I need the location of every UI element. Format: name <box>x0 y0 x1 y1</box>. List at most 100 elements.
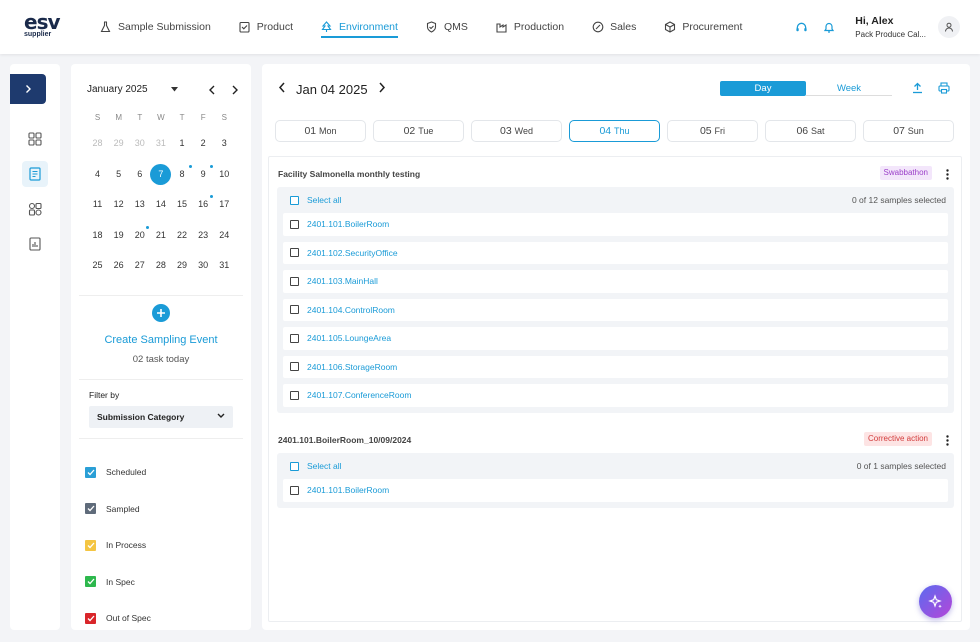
day-tab-thu[interactable]: 04 Thu <box>569 120 660 142</box>
legend-scheduled[interactable]: Scheduled <box>85 454 151 491</box>
legend-checkbox[interactable] <box>85 612 96 624</box>
sample-link[interactable]: 2401.101.BoilerRoom <box>307 485 389 495</box>
calendar-day[interactable]: 29 <box>172 254 193 276</box>
document-list-icon[interactable] <box>22 161 48 187</box>
day-view-button[interactable]: Day <box>720 81 806 96</box>
calendar-day[interactable]: 22 <box>172 224 193 246</box>
user-info[interactable]: Hi, Alex Pack Produce Cal... <box>855 15 926 39</box>
day-tab-sun[interactable]: 07 Sun <box>863 120 954 142</box>
calendar-day[interactable]: 27 <box>129 254 150 276</box>
calendar-day[interactable]: 13 <box>129 193 150 215</box>
day-tab-wed[interactable]: 03 Wed <box>471 120 562 142</box>
calendar-day[interactable]: 8 <box>172 163 193 185</box>
sample-link[interactable]: 2401.101.BoilerRoom <box>307 219 389 229</box>
select-all-row[interactable]: Select all 0 of 12 samples selected <box>277 187 954 213</box>
nav-procurement[interactable]: Procurement <box>664 0 742 54</box>
calendar-day[interactable]: 18 <box>87 224 108 246</box>
day-tab-tue[interactable]: 02 Tue <box>373 120 464 142</box>
calendar-day[interactable]: 30 <box>129 132 150 154</box>
add-event-button[interactable] <box>152 304 170 322</box>
submission-category-select[interactable]: Submission Category <box>89 406 233 428</box>
dashboard-grid-icon[interactable] <box>22 126 48 152</box>
legend-in-process[interactable]: In Process <box>85 527 151 564</box>
legend-checkbox[interactable] <box>85 576 96 588</box>
sample-row[interactable]: 2401.102.SecurityOffice <box>283 241 948 264</box>
sample-link[interactable]: 2401.102.SecurityOffice <box>307 248 398 258</box>
calendar-day[interactable]: 30 <box>193 254 214 276</box>
calendar-day[interactable]: 12 <box>108 193 129 215</box>
calendar-day[interactable]: 28 <box>150 254 171 276</box>
select-all-label[interactable]: Select all <box>307 195 342 205</box>
calendar-day[interactable]: 19 <box>108 224 129 246</box>
create-sampling-event-link[interactable]: Create Sampling Event <box>71 334 251 346</box>
calendar-day[interactable]: 26 <box>108 254 129 276</box>
calendar-day[interactable]: 10 <box>214 163 235 185</box>
calendar-day[interactable]: 5 <box>108 163 129 185</box>
nav-product[interactable]: Product <box>239 0 293 54</box>
select-all-label[interactable]: Select all <box>307 461 342 471</box>
sample-link[interactable]: 2401.103.MainHall <box>307 276 378 286</box>
calendar-day[interactable]: 11 <box>87 193 108 215</box>
sample-row[interactable]: 2401.103.MainHall <box>283 270 948 293</box>
calendar-day[interactable]: 16 <box>193 193 214 215</box>
calendar-day[interactable]: 24 <box>214 224 235 246</box>
calendar-day[interactable]: 28 <box>87 132 108 154</box>
sample-checkbox[interactable] <box>290 333 299 343</box>
sample-checkbox[interactable] <box>290 362 299 372</box>
calendar-day[interactable]: 20 <box>129 224 150 246</box>
nav-sales[interactable]: Sales <box>592 0 636 54</box>
calendar-day[interactable]: 23 <box>193 224 214 246</box>
nav-production[interactable]: Production <box>496 0 564 54</box>
sample-link[interactable]: 2401.106.StorageRoom <box>307 362 397 372</box>
day-tab-fri[interactable]: 05 Fri <box>667 120 758 142</box>
month-label[interactable]: January 2025 <box>87 84 148 95</box>
nav-qms[interactable]: QMS <box>426 0 468 54</box>
export-upload-icon[interactable] <box>910 81 924 95</box>
calendar-day[interactable]: 3 <box>214 132 235 154</box>
sample-row[interactable]: 2401.106.StorageRoom <box>283 355 948 378</box>
calendar-day[interactable]: 2 <box>193 132 214 154</box>
calendar-day[interactable]: 29 <box>108 132 129 154</box>
day-tab-mon[interactable]: 01 Mon <box>275 120 366 142</box>
bell-icon[interactable] <box>821 19 837 35</box>
calendar-day[interactable]: 17 <box>214 193 235 215</box>
legend-checkbox[interactable] <box>85 466 96 478</box>
legend-sampled[interactable]: Sampled <box>85 491 151 528</box>
caret-down-icon[interactable] <box>171 87 178 92</box>
legend-out-of-spec[interactable]: Out of Spec <box>85 600 151 637</box>
sample-checkbox[interactable] <box>290 248 299 258</box>
print-icon[interactable] <box>937 81 951 95</box>
more-vertical-icon[interactable] <box>942 167 952 181</box>
calendar-day[interactable]: 4 <box>87 163 108 185</box>
legend-in-spec[interactable]: In Spec <box>85 564 151 601</box>
apps-shapes-icon[interactable] <box>22 196 48 222</box>
sample-checkbox[interactable] <box>290 276 299 286</box>
sample-row[interactable]: 2401.101.BoilerRoom <box>283 213 948 236</box>
next-month-button[interactable] <box>228 82 242 98</box>
sample-row[interactable]: 2401.104.ControlRoom <box>283 298 948 321</box>
calendar-day[interactable]: 21 <box>150 224 171 246</box>
sample-link[interactable]: 2401.105.LoungeArea <box>307 333 391 343</box>
nav-environment[interactable]: Environment <box>320 0 398 54</box>
sample-link[interactable]: 2401.107.ConferenceRoom <box>307 390 411 400</box>
select-all-checkbox[interactable] <box>290 461 299 471</box>
calendar-day[interactable]: 1 <box>172 132 193 154</box>
calendar-day-selected[interactable]: 7 <box>150 163 172 185</box>
report-chart-icon[interactable] <box>22 231 48 257</box>
calendar-day[interactable]: 9 <box>193 163 214 185</box>
sample-row[interactable]: 2401.107.ConferenceRoom <box>283 384 948 407</box>
sample-link[interactable]: 2401.104.ControlRoom <box>307 305 395 315</box>
calendar-day[interactable]: 14 <box>150 193 171 215</box>
next-day-button[interactable] <box>378 80 386 98</box>
calendar-day[interactable]: 25 <box>87 254 108 276</box>
support-headset-icon[interactable] <box>793 19 809 35</box>
expand-sidebar-button[interactable] <box>10 74 46 104</box>
avatar[interactable] <box>938 16 960 38</box>
calendar-day[interactable]: 15 <box>172 193 193 215</box>
select-all-checkbox[interactable] <box>290 195 299 205</box>
nav-sample-submission[interactable]: Sample Submission <box>100 0 211 54</box>
sample-checkbox[interactable] <box>290 219 299 229</box>
sample-checkbox[interactable] <box>290 485 299 495</box>
calendar-day[interactable]: 31 <box>214 254 235 276</box>
esv-supplier-logo[interactable]: esv supplier <box>24 12 64 40</box>
